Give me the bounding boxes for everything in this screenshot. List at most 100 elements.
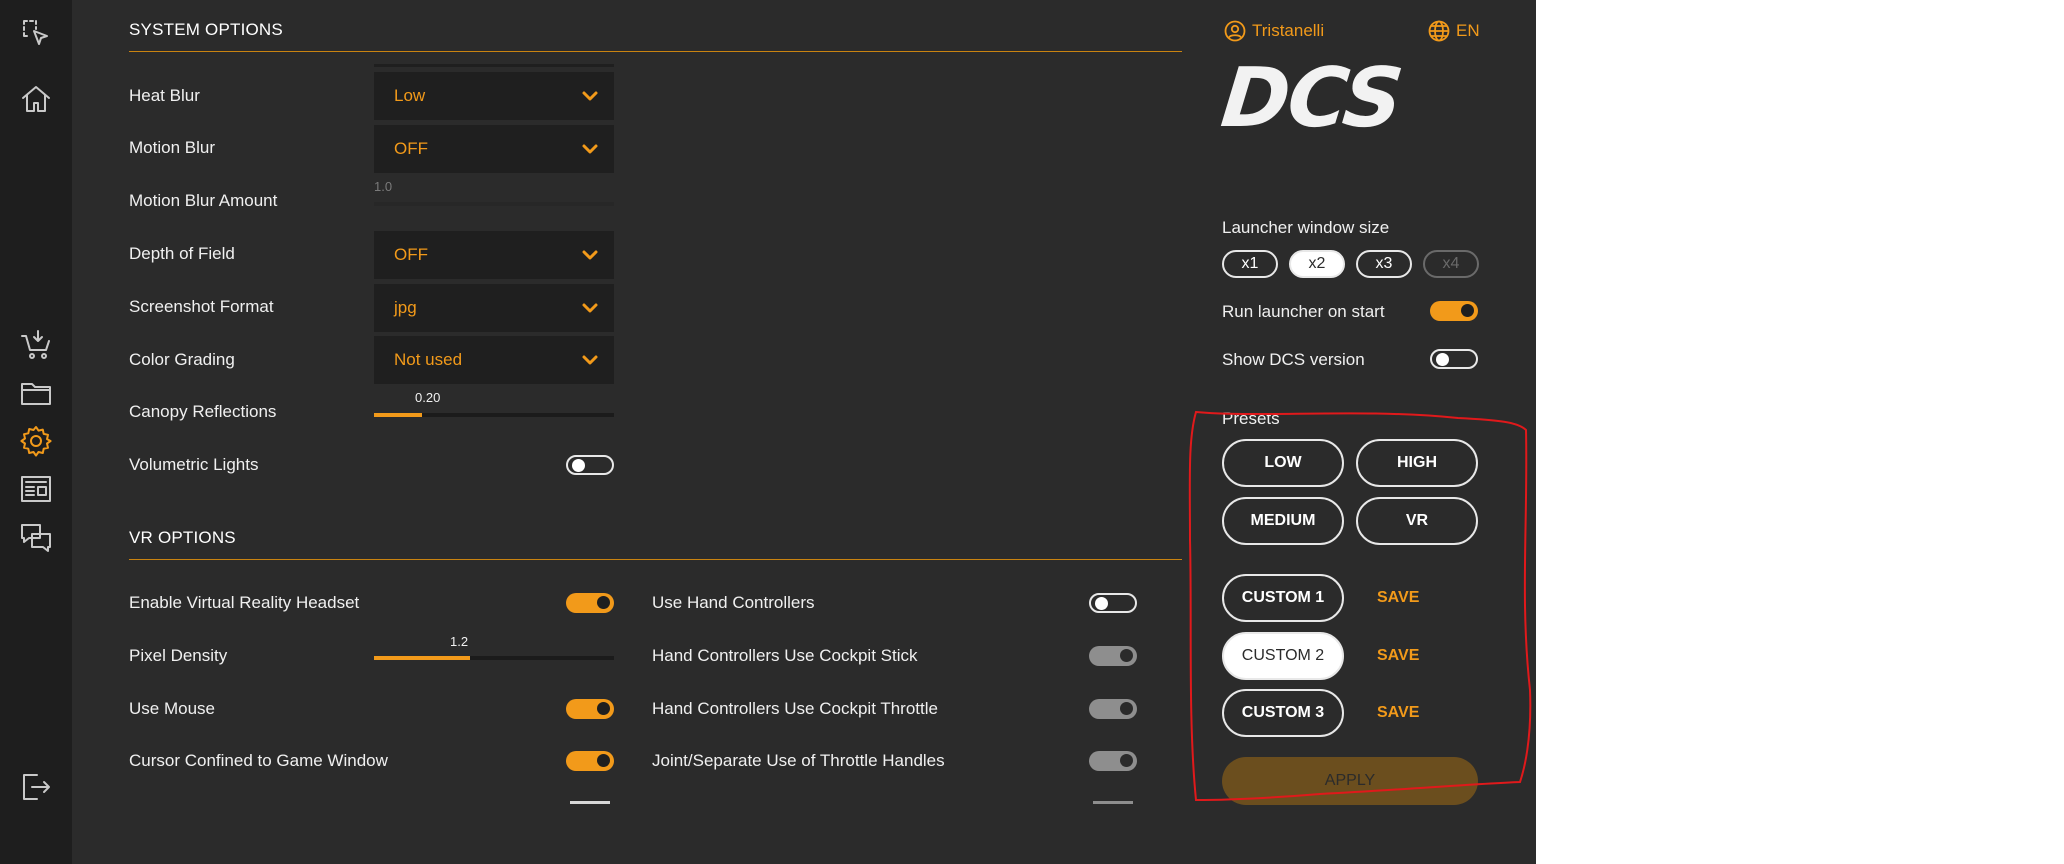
screenshot-format-value: jpg xyxy=(394,298,417,317)
screenshot-format-select[interactable]: jpg xyxy=(374,284,614,332)
chevron-down-icon xyxy=(580,86,600,106)
motion-blur-amount-value: 1.0 xyxy=(374,179,393,194)
save-custom-2-button[interactable]: SAVE xyxy=(1377,647,1419,665)
preset-high-button[interactable]: HIGH xyxy=(1356,439,1478,487)
news-icon[interactable] xyxy=(17,470,55,508)
size-x2-button[interactable]: x2 xyxy=(1289,250,1345,278)
chevron-down-icon xyxy=(580,245,600,265)
preset-low-button[interactable]: LOW xyxy=(1222,439,1344,487)
motion-blur-amount-slider xyxy=(374,202,614,206)
color-grading-select[interactable]: Not used xyxy=(374,336,614,384)
apply-button[interactable]: APPLY xyxy=(1222,757,1478,805)
hc-cockpit-throttle-toggle[interactable] xyxy=(1089,699,1137,719)
size-x3-button[interactable]: x3 xyxy=(1356,250,1412,278)
joint-separate-throttle-toggle[interactable] xyxy=(1089,751,1137,771)
depth-of-field-value: OFF xyxy=(394,245,428,264)
options-area: SYSTEM OPTIONS Heat Blur Low Motion Blur… xyxy=(72,0,1182,864)
toggle-knob xyxy=(1461,304,1474,317)
chevron-down-icon xyxy=(580,298,600,318)
depth-of-field-label: Depth of Field xyxy=(129,244,235,263)
chat-icon[interactable] xyxy=(17,518,55,556)
language-code: EN xyxy=(1456,21,1480,40)
canopy-reflections-slider[interactable] xyxy=(374,413,614,417)
motion-blur-label: Motion Blur xyxy=(129,138,215,157)
toggle-knob xyxy=(1436,353,1449,366)
select-partial xyxy=(374,64,614,67)
hc-cockpit-throttle-label: Hand Controllers Use Cockpit Throttle xyxy=(652,699,938,718)
select-area-icon[interactable] xyxy=(17,14,55,52)
user-account-link[interactable]: Tristanelli xyxy=(1224,20,1324,42)
dcs-logo: DCS xyxy=(1217,51,1406,146)
logout-icon[interactable] xyxy=(17,768,55,806)
heat-blur-value: Low xyxy=(394,86,426,105)
depth-of-field-select[interactable]: OFF xyxy=(374,231,614,279)
folder-icon[interactable] xyxy=(17,374,55,412)
run-launcher-on-start-label: Run launcher on start xyxy=(1222,302,1385,321)
size-x1-button[interactable]: x1 xyxy=(1222,250,1278,278)
show-dcs-version-label: Show DCS version xyxy=(1222,350,1365,369)
toggle-knob xyxy=(1120,702,1133,715)
custom-3-button[interactable]: CUSTOM 3 xyxy=(1222,689,1344,737)
toggle-partial xyxy=(570,801,610,804)
canopy-reflections-value: 0.20 xyxy=(415,390,441,405)
home-icon[interactable] xyxy=(17,80,55,118)
left-nav xyxy=(0,0,72,864)
preset-vr-button[interactable]: VR xyxy=(1356,497,1478,545)
toggle-knob xyxy=(597,754,610,767)
use-mouse-label: Use Mouse xyxy=(129,699,215,718)
enable-vr-headset-toggle[interactable] xyxy=(566,593,614,613)
launcher-window: SYSTEM OPTIONS Heat Blur Low Motion Blur… xyxy=(0,0,1536,864)
chevron-down-icon xyxy=(580,139,600,159)
hc-cockpit-stick-label: Hand Controllers Use Cockpit Stick xyxy=(652,646,918,665)
toggle-knob xyxy=(597,596,610,609)
custom-1-button[interactable]: CUSTOM 1 xyxy=(1222,574,1344,622)
right-panel: Tristanelli EN DCS Launcher window size … xyxy=(1217,0,1536,864)
globe-icon xyxy=(1428,20,1450,42)
heat-blur-select[interactable]: Low xyxy=(374,72,614,120)
heat-blur-label: Heat Blur xyxy=(129,86,200,105)
preset-medium-button[interactable]: MEDIUM xyxy=(1222,497,1344,545)
toggle-knob xyxy=(572,459,585,472)
presets-label: Presets xyxy=(1222,409,1280,428)
language-selector[interactable]: EN xyxy=(1428,20,1480,42)
enable-vr-headset-label: Enable Virtual Reality Headset xyxy=(129,593,360,612)
cursor-confined-toggle[interactable] xyxy=(566,751,614,771)
hc-cockpit-stick-toggle[interactable] xyxy=(1089,646,1137,666)
custom-2-button[interactable]: CUSTOM 2 xyxy=(1222,632,1344,680)
toggle-knob xyxy=(1120,649,1133,662)
use-hand-controllers-label: Use Hand Controllers xyxy=(652,593,815,612)
toggle-knob xyxy=(597,702,610,715)
chevron-down-icon xyxy=(580,350,600,370)
color-grading-label: Color Grading xyxy=(129,350,235,369)
username: Tristanelli xyxy=(1252,21,1325,40)
toggle-knob xyxy=(1120,754,1133,767)
use-hand-controllers-toggle[interactable] xyxy=(1089,593,1137,613)
color-grading-value: Not used xyxy=(394,350,463,369)
screenshot-format-label: Screenshot Format xyxy=(129,297,274,316)
launcher-window-size-label: Launcher window size xyxy=(1222,218,1390,237)
pixel-density-slider[interactable] xyxy=(374,656,614,660)
vr-options-title: VR OPTIONS xyxy=(129,528,236,547)
save-custom-3-button[interactable]: SAVE xyxy=(1377,704,1419,722)
pixel-density-value: 1.2 xyxy=(450,634,469,649)
download-cart-icon[interactable] xyxy=(17,326,55,364)
motion-blur-amount-label: Motion Blur Amount xyxy=(129,191,278,210)
motion-blur-value: OFF xyxy=(394,139,428,158)
section-divider xyxy=(129,51,1182,52)
toggle-partial xyxy=(1093,801,1133,804)
canopy-reflections-label: Canopy Reflections xyxy=(129,402,277,421)
motion-blur-select[interactable]: OFF xyxy=(374,125,614,173)
user-icon xyxy=(1224,20,1246,42)
volumetric-lights-label: Volumetric Lights xyxy=(129,455,259,474)
gear-icon[interactable] xyxy=(17,422,55,460)
joint-separate-throttle-label: Joint/Separate Use of Throttle Handles xyxy=(652,751,945,770)
section-divider xyxy=(129,559,1182,560)
size-x4-button[interactable]: x4 xyxy=(1423,250,1479,278)
show-dcs-version-toggle[interactable] xyxy=(1430,349,1478,369)
use-mouse-toggle[interactable] xyxy=(566,699,614,719)
save-custom-1-button[interactable]: SAVE xyxy=(1377,589,1419,607)
volumetric-lights-toggle[interactable] xyxy=(566,455,614,475)
toggle-knob xyxy=(1095,597,1108,610)
run-launcher-on-start-toggle[interactable] xyxy=(1430,301,1478,321)
cursor-confined-label: Cursor Confined to Game Window xyxy=(129,751,388,770)
